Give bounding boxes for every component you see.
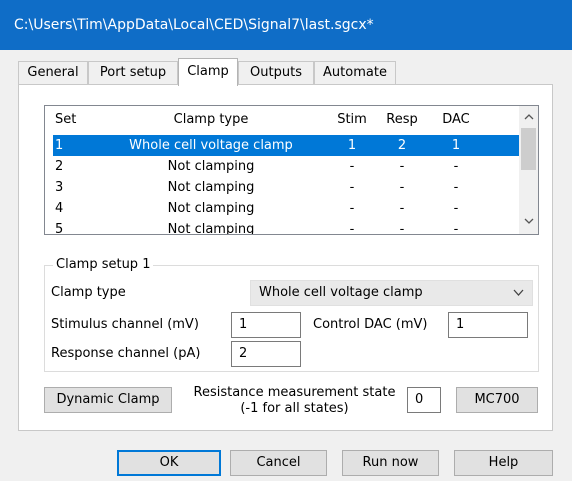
grid-header: Set Clamp type Stim Resp DAC [45, 106, 517, 134]
cell-set: 1 [55, 138, 64, 153]
tab-clamp-label: Clamp [187, 64, 229, 79]
cell-dac: - [453, 201, 459, 216]
clamp-type-value: Whole cell voltage clamp [259, 285, 423, 300]
window-title: C:\Users\Tim\AppData\Local\CED\Signal7\l… [14, 17, 374, 33]
cell-set: 5 [55, 222, 64, 235]
tab-general-label: General [27, 65, 79, 80]
header-stim[interactable]: Stim [327, 106, 377, 134]
cell-dac: 1 [451, 138, 461, 153]
cell-stim: - [349, 222, 355, 235]
tab-outputs[interactable]: Outputs [238, 61, 314, 85]
run-now-button[interactable]: Run now [342, 450, 439, 476]
cell-resp: - [399, 222, 405, 235]
scrollbar-thumb[interactable] [521, 128, 536, 170]
tab-clamp[interactable]: Clamp [178, 58, 238, 86]
table-row[interactable]: 1 Whole cell voltage clamp 1 2 1 [53, 135, 519, 156]
ok-button[interactable]: OK [117, 450, 221, 476]
tab-general[interactable]: General [18, 61, 88, 85]
stimulus-channel-label: Stimulus channel (mV) [51, 317, 199, 332]
clamp-set-grid[interactable]: Set Clamp type Stim Resp DAC 1 Whole cel… [44, 105, 539, 235]
clamp-tab-panel: Set Clamp type Stim Resp DAC 1 Whole cel… [18, 84, 553, 431]
cell-stim: - [349, 180, 355, 195]
response-channel-label: Response channel (pA) [51, 346, 201, 361]
resistance-label-line1: Resistance measurement state [193, 385, 396, 400]
control-dac-label: Control DAC (mV) [313, 317, 428, 332]
cell-stim: - [349, 159, 355, 174]
cell-dac: - [453, 159, 459, 174]
cell-clamp-type: Not clamping [167, 201, 255, 216]
tab-outputs-label: Outputs [250, 65, 302, 80]
clamp-setup-group: Clamp setup 1 Clamp type Whole cell volt… [44, 257, 539, 372]
cell-resp: - [399, 159, 405, 174]
resistance-state-input[interactable]: 0 [407, 387, 441, 413]
chevron-up-icon[interactable] [519, 108, 538, 127]
mc700-button[interactable]: MC700 [456, 387, 538, 413]
cell-stim: 1 [347, 138, 357, 153]
help-button[interactable]: Help [454, 450, 553, 476]
tab-port-setup-label: Port setup [99, 65, 167, 80]
cell-dac: - [453, 222, 459, 235]
chevron-down-icon[interactable] [519, 213, 538, 232]
tab-automate[interactable]: Automate [314, 61, 396, 85]
cell-resp: - [399, 180, 405, 195]
chevron-down-icon [513, 281, 524, 314]
cell-resp: - [399, 201, 405, 216]
header-clamp-type[interactable]: Clamp type [95, 106, 327, 134]
cell-clamp-type: Not clamping [167, 180, 255, 195]
cell-dac: - [453, 180, 459, 195]
tab-automate-label: Automate [323, 65, 387, 80]
cell-set: 2 [55, 159, 64, 174]
clamp-type-select[interactable]: Whole cell voltage clamp [250, 280, 533, 306]
cell-stim: - [349, 201, 355, 216]
header-set[interactable]: Set [53, 106, 95, 134]
clamp-setup-title: Clamp setup 1 [53, 257, 154, 272]
table-row[interactable]: 3 Not clamping - - - [53, 177, 519, 198]
dynamic-clamp-button[interactable]: Dynamic Clamp [44, 387, 172, 413]
table-row[interactable]: 5 Not clamping - - - [53, 219, 519, 235]
cell-set: 3 [55, 180, 64, 195]
control-dac-input[interactable]: 1 [448, 312, 528, 338]
header-resp[interactable]: Resp [377, 106, 427, 134]
response-channel-input[interactable]: 2 [231, 341, 301, 367]
cell-clamp-type: Not clamping [167, 222, 255, 235]
cell-resp: 2 [397, 138, 407, 153]
window-title-bar[interactable]: C:\Users\Tim\AppData\Local\CED\Signal7\l… [0, 0, 572, 50]
resistance-label: Resistance measurement state (-1 for all… [187, 385, 402, 417]
table-row[interactable]: 4 Not clamping - - - [53, 198, 519, 219]
clamp-type-label: Clamp type [51, 285, 126, 300]
cell-clamp-type: Whole cell voltage clamp [129, 138, 293, 153]
tab-port-setup[interactable]: Port setup [88, 61, 178, 85]
grid-scrollbar[interactable] [519, 106, 538, 234]
table-row[interactable]: 2 Not clamping - - - [53, 156, 519, 177]
cancel-button[interactable]: Cancel [230, 450, 327, 476]
header-dac[interactable]: DAC [427, 106, 485, 134]
stimulus-channel-input[interactable]: 1 [231, 312, 301, 338]
resistance-label-line2: (-1 for all states) [240, 401, 349, 416]
cell-set: 4 [55, 201, 64, 216]
cell-clamp-type: Not clamping [167, 159, 255, 174]
